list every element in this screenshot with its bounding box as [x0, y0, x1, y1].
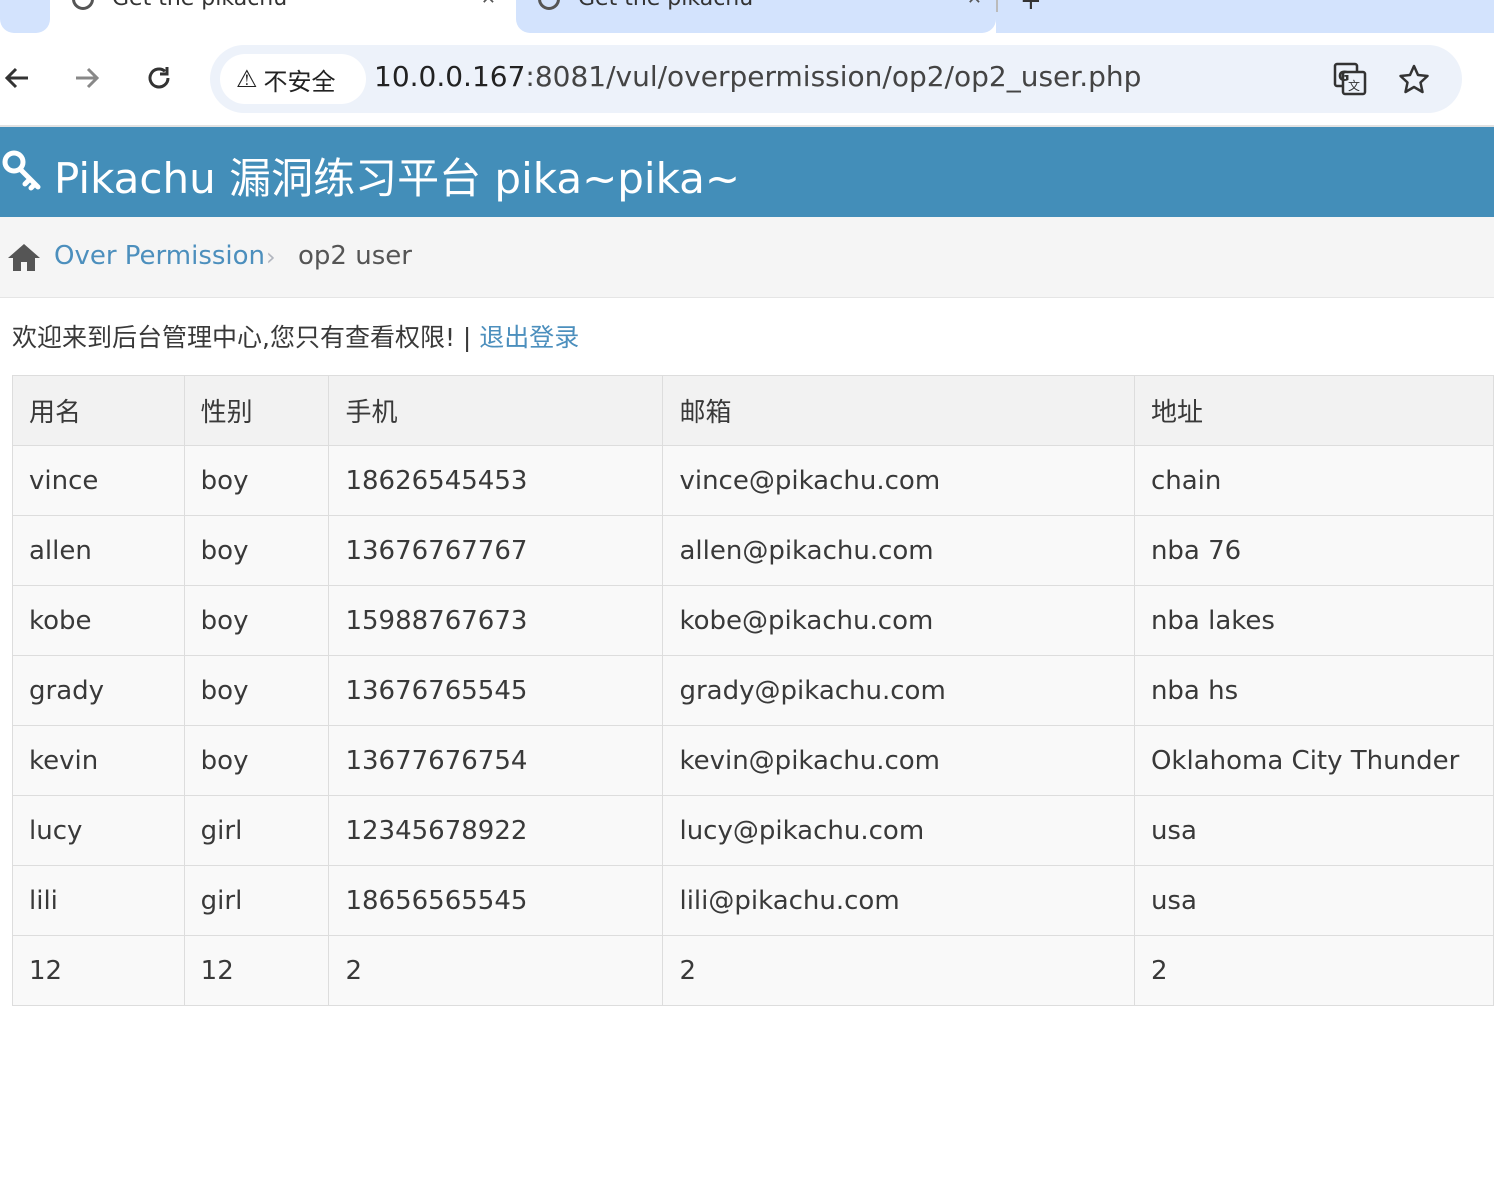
table-cell: Oklahoma City Thunder: [1133, 725, 1494, 796]
table-cell: 18656565545: [328, 865, 664, 936]
table-cell: 18626545453: [328, 445, 664, 516]
forward-button[interactable]: [70, 61, 104, 95]
translate-icon: G文: [1333, 62, 1367, 96]
table-cell: 2: [328, 935, 664, 1006]
translate-button[interactable]: G文: [1332, 61, 1368, 97]
close-icon[interactable]: ✕: [481, 0, 496, 9]
site-header: Pikachu 漏洞练习平台 pika~pika~: [0, 127, 1494, 217]
table-row: allen boy 13676767767 allen@pikachu.com …: [12, 515, 1494, 586]
table-cell: 2: [1133, 935, 1494, 1006]
table-cell: 13676765545: [328, 655, 664, 726]
table-cell: nba hs: [1133, 655, 1494, 726]
table-cell: kevin@pikachu.com: [662, 725, 1135, 796]
table-cell: 12: [183, 935, 330, 1006]
table-cell: boy: [183, 445, 330, 516]
table-cell: lucy: [12, 795, 185, 866]
bookmark-button[interactable]: [1396, 61, 1432, 97]
table-cell: boy: [183, 725, 330, 796]
table-cell: boy: [183, 515, 330, 586]
globe-icon: [72, 0, 94, 10]
arrow-left-icon: [4, 67, 28, 89]
globe-icon: [538, 0, 560, 10]
browser-toolbar: ⚠ 不安全 10.0.0.167:8081/vul/overpermission…: [0, 33, 1494, 126]
security-chip-label: 不安全: [263, 67, 336, 96]
table-cell: allen: [12, 515, 185, 586]
table-cell: boy: [183, 655, 330, 726]
table-cell: usa: [1133, 865, 1494, 936]
table-row: grady boy 13676765545 grady@pikachu.com …: [12, 655, 1494, 726]
column-header: 性别: [183, 375, 330, 446]
table-cell: 12345678922: [328, 795, 664, 866]
tab-previous[interactable]: [0, 0, 50, 33]
tab-active[interactable]: Get the pikachu ✕: [50, 0, 510, 33]
tab-title: Get the pikachu: [112, 0, 287, 11]
url-path: :8081/vul/overpermission/op2/op2_user.ph…: [525, 60, 1142, 93]
svg-text:文: 文: [1348, 78, 1360, 93]
column-header: 地址: [1133, 375, 1494, 446]
table-cell: boy: [183, 585, 330, 656]
table-cell: vince: [12, 445, 185, 516]
table-cell: lili@pikachu.com: [662, 865, 1135, 936]
security-chip[interactable]: ⚠ 不安全: [220, 54, 366, 104]
key-icon: [2, 150, 41, 191]
close-icon[interactable]: ✕: [967, 0, 982, 9]
url-host: 10.0.0.167: [374, 60, 526, 93]
tab-strip-background: [996, 0, 1494, 33]
table-header-row: 用名 性别 手机 邮箱 地址: [12, 375, 1494, 446]
table-cell: chain: [1133, 445, 1494, 516]
welcome-text: 欢迎来到后台管理中心,您只有查看权限! |: [12, 323, 480, 352]
breadcrumb-link-over-permission[interactable]: Over Permission: [54, 241, 265, 271]
table-cell: vince@pikachu.com: [662, 445, 1135, 516]
table-cell: grady: [12, 655, 185, 726]
table-cell: lucy@pikachu.com: [662, 795, 1135, 866]
breadcrumb: Over Permission › op2 user: [0, 217, 1494, 298]
arrow-right-icon: [76, 67, 100, 89]
tab-strip: Get the pikachu ✕ Get the pikachu ✕ +: [0, 0, 1494, 33]
table-cell: 13676767767: [328, 515, 664, 586]
site-brand[interactable]: Pikachu 漏洞练习平台 pika~pika~: [54, 145, 740, 206]
table-cell: nba 76: [1133, 515, 1494, 586]
address-bar[interactable]: ⚠ 不安全 10.0.0.167:8081/vul/overpermission…: [210, 45, 1462, 113]
table-cell: allen@pikachu.com: [662, 515, 1135, 586]
table-row: kevin boy 13677676754 kevin@pikachu.com …: [12, 725, 1494, 796]
home-icon: [8, 244, 40, 271]
column-header: 手机: [328, 375, 664, 446]
reload-button[interactable]: [142, 61, 176, 95]
table-cell: grady@pikachu.com: [662, 655, 1135, 726]
welcome-message: 欢迎来到后台管理中心,您只有查看权限! | 退出登录: [12, 318, 579, 354]
table-cell: 12: [12, 935, 185, 1006]
new-tab-button[interactable]: +: [1000, 0, 1060, 33]
table-cell: 2: [662, 935, 1135, 1006]
table-cell: girl: [183, 865, 330, 936]
tab-divider: [996, 0, 998, 12]
logout-link[interactable]: 退出登录: [479, 323, 579, 352]
users-table: 用名 性别 手机 邮箱 地址 vince boy 18626545453 vin…: [12, 375, 1494, 1006]
column-header: 邮箱: [662, 375, 1135, 446]
url-text[interactable]: 10.0.0.167:8081/vul/overpermission/op2/o…: [374, 60, 1141, 93]
table-cell: 15988767673: [328, 585, 664, 656]
table-cell: kobe: [12, 585, 185, 656]
table-row: lili girl 18656565545 lili@pikachu.com u…: [12, 865, 1494, 936]
table-cell: girl: [183, 795, 330, 866]
table-cell: kobe@pikachu.com: [662, 585, 1135, 656]
plus-icon: +: [1020, 0, 1042, 16]
table-row: lucy girl 12345678922 lucy@pikachu.com u…: [12, 795, 1494, 866]
breadcrumb-current: op2 user: [298, 241, 412, 271]
table-cell: kevin: [12, 725, 185, 796]
reload-icon: [148, 67, 170, 89]
table-row: kobe boy 15988767673 kobe@pikachu.com nb…: [12, 585, 1494, 656]
star-icon: [1399, 64, 1429, 94]
tab-title: Get the pikachu: [578, 0, 753, 11]
column-header: 用名: [12, 375, 185, 446]
table-row: 12 12 2 2 2: [12, 935, 1494, 1006]
table-cell: usa: [1133, 795, 1494, 866]
warning-icon: ⚠: [236, 65, 258, 93]
table-cell: lili: [12, 865, 185, 936]
tab-inactive[interactable]: Get the pikachu ✕: [516, 0, 996, 33]
chevron-right-icon: ›: [266, 243, 276, 271]
table-cell: nba lakes: [1133, 585, 1494, 656]
table-row: vince boy 18626545453 vince@pikachu.com …: [12, 445, 1494, 516]
back-button[interactable]: [0, 61, 34, 95]
table-cell: 13677676754: [328, 725, 664, 796]
